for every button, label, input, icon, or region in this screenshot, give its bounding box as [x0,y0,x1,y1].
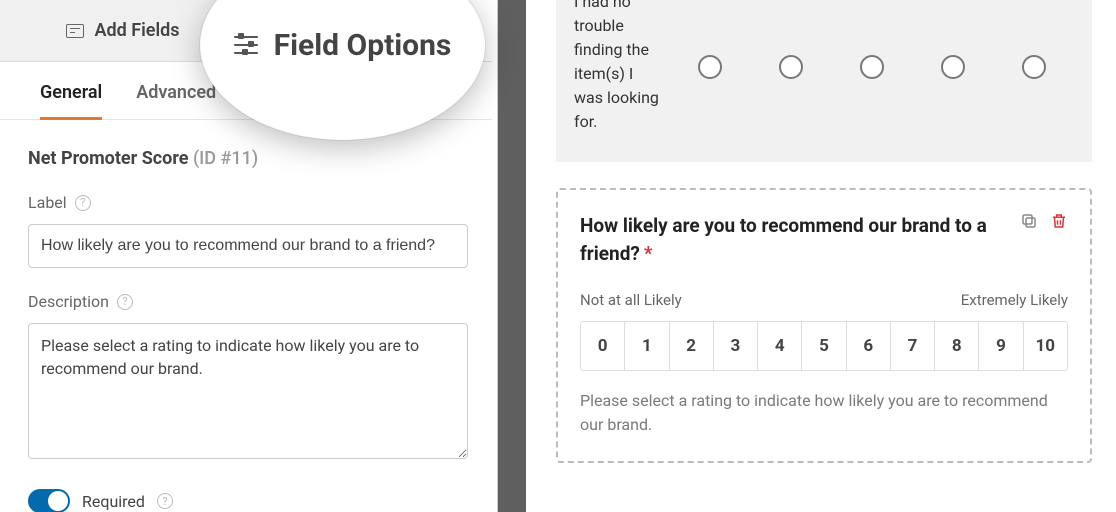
field-title: Net Promoter Score (ID #11) [28,148,464,169]
required-star: * [644,242,653,265]
nps-question-text: How likely are you to recommend our bran… [580,214,987,265]
description-textarea[interactable]: Please select a rating to indicate how l… [28,323,468,459]
scale-label-right: Extremely Likely [961,291,1068,309]
sub-tab-advanced[interactable]: Advanced [136,82,216,120]
description-group: Description Please select a rating to in… [28,292,464,463]
description-caption: Description [28,292,109,311]
likert-radio[interactable] [779,55,803,79]
nps-scale-cell[interactable]: 7 [891,322,935,370]
nps-scale-cell[interactable]: 8 [935,322,979,370]
nps-helper: Please select a rating to indicate how l… [580,389,1068,437]
nps-scale-cell[interactable]: 0 [581,322,625,370]
nps-scale-cell[interactable]: 5 [802,322,846,370]
likert-cells [670,55,1074,79]
nps-question: How likely are you to recommend our bran… [580,212,1020,267]
nps-scale-cell[interactable]: 3 [714,322,758,370]
nps-scale-cell[interactable]: 2 [670,322,714,370]
nps-block[interactable]: How likely are you to recommend our bran… [556,188,1092,463]
scale-labels: Not at all Likely Extremely Likely [580,291,1068,309]
likert-radio[interactable] [941,55,965,79]
required-label: Required [82,492,145,511]
gutter [498,0,526,512]
likert-row-label: I had no trouble finding the item(s) I w… [574,0,670,144]
tab-add-fields-label: Add Fields [94,20,179,41]
nps-scale: 0 1 2 3 4 5 6 7 8 9 10 [580,321,1068,371]
duplicate-icon[interactable] [1020,212,1038,230]
nps-actions [1020,212,1068,230]
label-caption-row: Label [28,193,464,212]
likert-radio[interactable] [698,55,722,79]
preview-area: I had no trouble finding the item(s) I w… [526,0,1116,512]
left-panel: Add Fields Field Options General Advance… [0,0,498,512]
required-toggle[interactable] [28,489,70,512]
label-group: Label [28,193,464,268]
likert-radio[interactable] [860,55,884,79]
nps-head: How likely are you to recommend our bran… [580,212,1068,267]
likert-row: I had no trouble finding the item(s) I w… [574,0,1074,144]
scale-label-left: Not at all Likely [580,291,682,309]
help-icon[interactable] [75,195,91,211]
likert-block: I had no trouble finding the item(s) I w… [556,0,1092,162]
sliders-icon [234,33,258,57]
help-icon[interactable] [157,493,173,509]
form-icon [66,24,84,38]
label-input[interactable] [28,224,468,268]
nps-scale-cell[interactable]: 9 [979,322,1023,370]
field-id: (ID #11) [193,148,258,169]
app-root: Add Fields Field Options General Advance… [0,0,1116,512]
description-caption-row: Description [28,292,464,311]
nps-scale-cell[interactable]: 1 [625,322,669,370]
field-options-highlight-label: Field Options [274,28,452,63]
required-row: Required [28,489,464,512]
nps-scale-cell[interactable]: 6 [847,322,891,370]
likert-radio[interactable] [1022,55,1046,79]
field-title-text: Net Promoter Score [28,148,188,169]
trash-icon[interactable] [1050,212,1068,230]
nps-scale-cell[interactable]: 4 [758,322,802,370]
help-icon[interactable] [117,294,133,310]
nps-scale-cell[interactable]: 10 [1024,322,1067,370]
label-caption: Label [28,193,67,212]
sub-tab-general[interactable]: General [40,82,102,120]
panel-body: Net Promoter Score (ID #11) Label Descri… [0,120,492,512]
